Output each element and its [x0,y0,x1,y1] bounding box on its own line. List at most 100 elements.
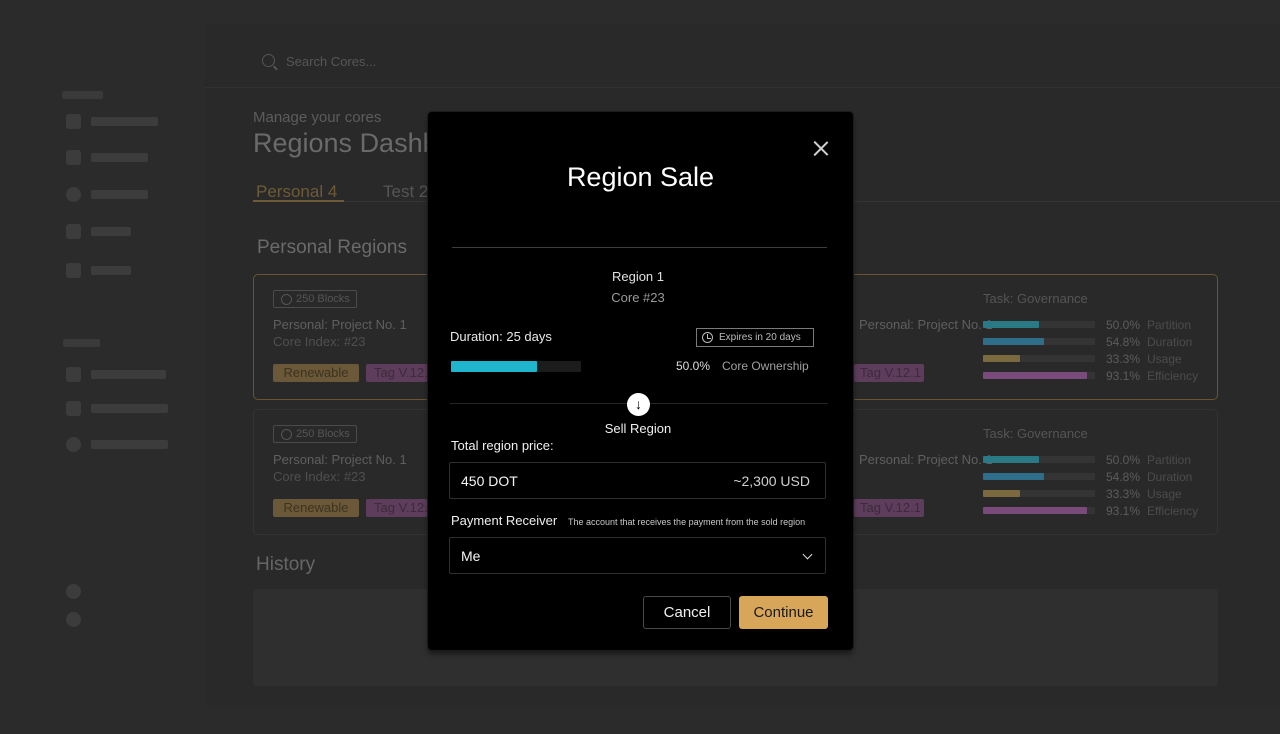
modal-divider [452,247,827,248]
blocks-badge: 250 Blocks [273,290,357,308]
sidebar-item-label [91,227,131,236]
card-core-index: Core Index: #23 [273,334,366,349]
sidebar-item-regions[interactable] [66,367,166,382]
tag-badge-right: Tag V.12.1 [854,364,924,382]
chart-icon [66,224,81,239]
stat-bar [983,321,1095,328]
sidebar-item-explorer[interactable] [66,150,148,165]
ownership-label: Core Ownership [722,359,809,373]
expires-text: Expires in 20 days [719,332,801,343]
stat-row: 33.3% Usage [983,352,1223,366]
search-input[interactable]: Search Cores... [286,54,376,69]
receiver-value: Me [461,548,481,564]
continue-button[interactable]: Continue [739,596,828,629]
sidebar-item-analytics[interactable] [66,187,148,202]
sidebar-section-header [63,339,100,347]
circle-icon [66,437,81,452]
sidebar-item-media[interactable] [66,263,131,278]
stat-label: Duration [1147,335,1193,349]
sidebar-section-header [62,91,103,99]
stat-label: Efficiency [1147,369,1199,383]
sidebar-item-label [91,153,148,162]
card-name-right: Personal: Project No. 1 [859,317,993,332]
stat-row: 50.0% Partition [983,318,1223,332]
sidebar-item-label [91,190,148,199]
stat-label: Usage [1147,352,1182,366]
stat-value: 33.3% [1106,487,1141,501]
stat-row: 33.3% Usage [983,487,1223,501]
stat-bar [983,456,1095,463]
price-input[interactable]: 450 DOT ~2,300 USD [449,462,826,499]
pie-chart-icon [66,187,81,202]
tab-test[interactable]: Test 2 [383,182,428,202]
settings-icon[interactable] [66,584,81,599]
stat-bar-fill [983,490,1021,497]
sidebar-item-label [91,404,168,413]
grid-icon [66,114,81,129]
sidebar-item-label [91,266,131,275]
renewable-badge: Renewable [273,499,359,517]
page-subtitle: Manage your cores [253,109,382,126]
close-icon[interactable] [812,139,830,157]
chevron-down-icon [802,549,813,560]
price-value: 450 DOT [461,473,518,489]
stat-bar-fill [983,456,1039,463]
card-name: Personal: Project No. 1 [273,452,407,467]
image-icon [66,263,81,278]
stack-icon [66,401,81,416]
region-sale-modal: Region Sale Region 1 Core #23 Duration: … [428,112,853,650]
stat-bar-fill [983,473,1045,480]
section-title: Personal Regions [257,237,407,258]
ownership-value: 50.0% [676,359,711,373]
receiver-select[interactable]: Me [449,537,826,574]
sell-region-label: Sell Region [604,421,672,436]
card-name-right: Personal: Project No. 1 [859,452,993,467]
region-core: Core #23 [611,290,665,305]
arrow-down-icon: ↓ [627,393,650,416]
stat-bar [983,355,1095,362]
stat-label: Partition [1147,453,1192,467]
stat-row: 93.1% Efficiency [983,369,1223,383]
tag-badge: Tag V.12.1 [366,364,430,382]
stat-value: 93.1% [1106,369,1141,383]
stat-row: 54.8% Duration [983,335,1223,349]
stat-value: 54.8% [1106,470,1141,484]
price-label: Total region price: [451,438,554,453]
box-icon [66,150,81,165]
user-icon[interactable] [66,612,81,627]
receiver-hint: The account that receives the payment fr… [568,517,806,527]
tag-badge: Tag V.12.1 [366,499,430,517]
history-title: History [256,554,316,575]
stat-bar [983,473,1095,480]
renewable-badge: Renewable [273,364,359,382]
stat-row: 54.8% Duration [983,470,1223,484]
stat-bar-fill [983,372,1088,379]
card-name: Personal: Project No. 1 [273,317,407,332]
sidebar-item-label [91,117,158,126]
modal-title: Region Sale [566,162,715,192]
stat-bar [983,490,1095,497]
ownership-progress-bar [451,361,581,372]
stat-bar-fill [983,321,1039,328]
sidebar-item-more[interactable] [66,437,168,452]
cancel-button[interactable]: Cancel [643,596,731,629]
stat-value: 50.0% [1106,318,1141,332]
blocks-badge: 250 Blocks [273,425,357,443]
stat-bar [983,338,1095,345]
price-usd-value: ~2,300 USD [733,473,810,489]
sidebar-item-storage[interactable] [66,401,168,416]
sidebar-item-stats[interactable] [66,224,131,239]
expires-badge: Expires in 20 days [696,328,814,347]
sidebar-item-label [91,440,168,449]
sidebar-item-dashboard[interactable] [66,114,158,129]
stat-label: Efficiency [1147,504,1199,518]
stat-label: Duration [1147,470,1193,484]
ownership-progress-fill [451,361,537,372]
task-title: Task: Governance [983,291,1088,306]
stat-value: 33.3% [1106,352,1141,366]
stat-value: 50.0% [1106,453,1141,467]
stat-value: 93.1% [1106,504,1141,518]
tab-personal[interactable]: Personal 4 [256,182,337,202]
active-tab-indicator [253,200,344,202]
stat-label: Usage [1147,487,1182,501]
